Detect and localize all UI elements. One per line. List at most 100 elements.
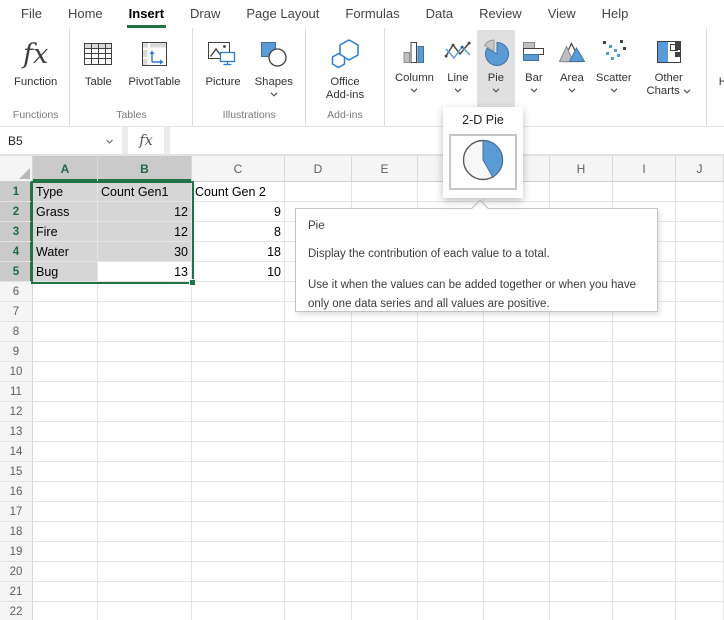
cell-f8[interactable] bbox=[418, 322, 484, 342]
cell-b17[interactable] bbox=[98, 502, 192, 522]
cell-g16[interactable] bbox=[484, 482, 550, 502]
cell-c20[interactable] bbox=[192, 562, 285, 582]
menu-tab-formulas[interactable]: Formulas bbox=[332, 0, 412, 28]
cell-a22[interactable] bbox=[33, 602, 98, 620]
row-header-9[interactable]: 9 bbox=[0, 342, 33, 362]
cell-c3[interactable]: 8 bbox=[192, 222, 285, 242]
cell-e15[interactable] bbox=[352, 462, 418, 482]
row-header-20[interactable]: 20 bbox=[0, 562, 33, 582]
cell-j1[interactable] bbox=[676, 182, 724, 202]
cell-h11[interactable] bbox=[550, 382, 613, 402]
select-all-corner[interactable] bbox=[0, 156, 33, 182]
cell-f9[interactable] bbox=[418, 342, 484, 362]
menu-tab-view[interactable]: View bbox=[535, 0, 589, 28]
cell-g22[interactable] bbox=[484, 602, 550, 620]
cell-c16[interactable] bbox=[192, 482, 285, 502]
ribbon-button-table[interactable]: Table bbox=[75, 30, 121, 108]
menu-tab-help[interactable]: Help bbox=[589, 0, 642, 28]
cell-j11[interactable] bbox=[676, 382, 724, 402]
name-box[interactable]: B5 bbox=[0, 127, 122, 154]
cell-c1[interactable]: Count Gen 2 bbox=[192, 182, 285, 202]
menu-tab-draw[interactable]: Draw bbox=[177, 0, 233, 28]
cell-d17[interactable] bbox=[285, 502, 352, 522]
cell-b8[interactable] bbox=[98, 322, 192, 342]
cell-g11[interactable] bbox=[484, 382, 550, 402]
row-header-17[interactable]: 17 bbox=[0, 502, 33, 522]
row-header-18[interactable]: 18 bbox=[0, 522, 33, 542]
cell-d14[interactable] bbox=[285, 442, 352, 462]
cell-b9[interactable] bbox=[98, 342, 192, 362]
cell-f16[interactable] bbox=[418, 482, 484, 502]
cell-j13[interactable] bbox=[676, 422, 724, 442]
cell-c17[interactable] bbox=[192, 502, 285, 522]
cell-j7[interactable] bbox=[676, 302, 724, 322]
menu-tab-page-layout[interactable]: Page Layout bbox=[233, 0, 332, 28]
cell-i12[interactable] bbox=[613, 402, 676, 422]
cell-b16[interactable] bbox=[98, 482, 192, 502]
ribbon-button-pie[interactable]: Pie bbox=[477, 30, 515, 108]
row-header-5[interactable]: 5 bbox=[0, 262, 33, 282]
menu-tab-file[interactable]: File bbox=[8, 0, 55, 28]
cell-e14[interactable] bbox=[352, 442, 418, 462]
cell-a21[interactable] bbox=[33, 582, 98, 602]
column-header-j[interactable]: J bbox=[676, 156, 724, 182]
cell-e8[interactable] bbox=[352, 322, 418, 342]
cell-g13[interactable] bbox=[484, 422, 550, 442]
cell-c22[interactable] bbox=[192, 602, 285, 620]
cell-h17[interactable] bbox=[550, 502, 613, 522]
cell-a2[interactable]: Grass bbox=[33, 202, 98, 222]
cell-b7[interactable] bbox=[98, 302, 192, 322]
cell-c6[interactable] bbox=[192, 282, 285, 302]
cell-h9[interactable] bbox=[550, 342, 613, 362]
cell-b20[interactable] bbox=[98, 562, 192, 582]
cell-b1[interactable]: Count Gen1 bbox=[98, 182, 192, 202]
cell-j16[interactable] bbox=[676, 482, 724, 502]
cell-f21[interactable] bbox=[418, 582, 484, 602]
cell-f10[interactable] bbox=[418, 362, 484, 382]
cell-j21[interactable] bbox=[676, 582, 724, 602]
cell-d9[interactable] bbox=[285, 342, 352, 362]
cell-j5[interactable] bbox=[676, 262, 724, 282]
cell-c5[interactable]: 10 bbox=[192, 262, 285, 282]
cell-b6[interactable] bbox=[98, 282, 192, 302]
row-header-19[interactable]: 19 bbox=[0, 542, 33, 562]
cell-i22[interactable] bbox=[613, 602, 676, 620]
column-header-a[interactable]: A bbox=[33, 156, 98, 182]
cell-c8[interactable] bbox=[192, 322, 285, 342]
cell-d8[interactable] bbox=[285, 322, 352, 342]
cell-a1[interactable]: Type bbox=[33, 182, 98, 202]
cell-j6[interactable] bbox=[676, 282, 724, 302]
cell-i14[interactable] bbox=[613, 442, 676, 462]
cell-i10[interactable] bbox=[613, 362, 676, 382]
cell-e18[interactable] bbox=[352, 522, 418, 542]
cell-e1[interactable] bbox=[352, 182, 418, 202]
cell-c9[interactable] bbox=[192, 342, 285, 362]
cell-e11[interactable] bbox=[352, 382, 418, 402]
cell-i17[interactable] bbox=[613, 502, 676, 522]
ribbon-button-hyperlink[interactable]: Hyperlink bbox=[712, 30, 724, 108]
cell-i15[interactable] bbox=[613, 462, 676, 482]
cell-b3[interactable]: 12 bbox=[98, 222, 192, 242]
cell-c11[interactable] bbox=[192, 382, 285, 402]
cell-f12[interactable] bbox=[418, 402, 484, 422]
cell-j19[interactable] bbox=[676, 542, 724, 562]
cell-j15[interactable] bbox=[676, 462, 724, 482]
cell-d12[interactable] bbox=[285, 402, 352, 422]
row-header-1[interactable]: 1 bbox=[0, 182, 33, 202]
cell-g9[interactable] bbox=[484, 342, 550, 362]
cell-h16[interactable] bbox=[550, 482, 613, 502]
row-header-12[interactable]: 12 bbox=[0, 402, 33, 422]
cell-a8[interactable] bbox=[33, 322, 98, 342]
cell-e10[interactable] bbox=[352, 362, 418, 382]
cell-a15[interactable] bbox=[33, 462, 98, 482]
menu-tab-data[interactable]: Data bbox=[413, 0, 466, 28]
cell-a7[interactable] bbox=[33, 302, 98, 322]
row-header-8[interactable]: 8 bbox=[0, 322, 33, 342]
cell-g20[interactable] bbox=[484, 562, 550, 582]
cell-j22[interactable] bbox=[676, 602, 724, 620]
cell-g14[interactable] bbox=[484, 442, 550, 462]
cell-e21[interactable] bbox=[352, 582, 418, 602]
cell-b11[interactable] bbox=[98, 382, 192, 402]
row-header-6[interactable]: 6 bbox=[0, 282, 33, 302]
cell-c12[interactable] bbox=[192, 402, 285, 422]
